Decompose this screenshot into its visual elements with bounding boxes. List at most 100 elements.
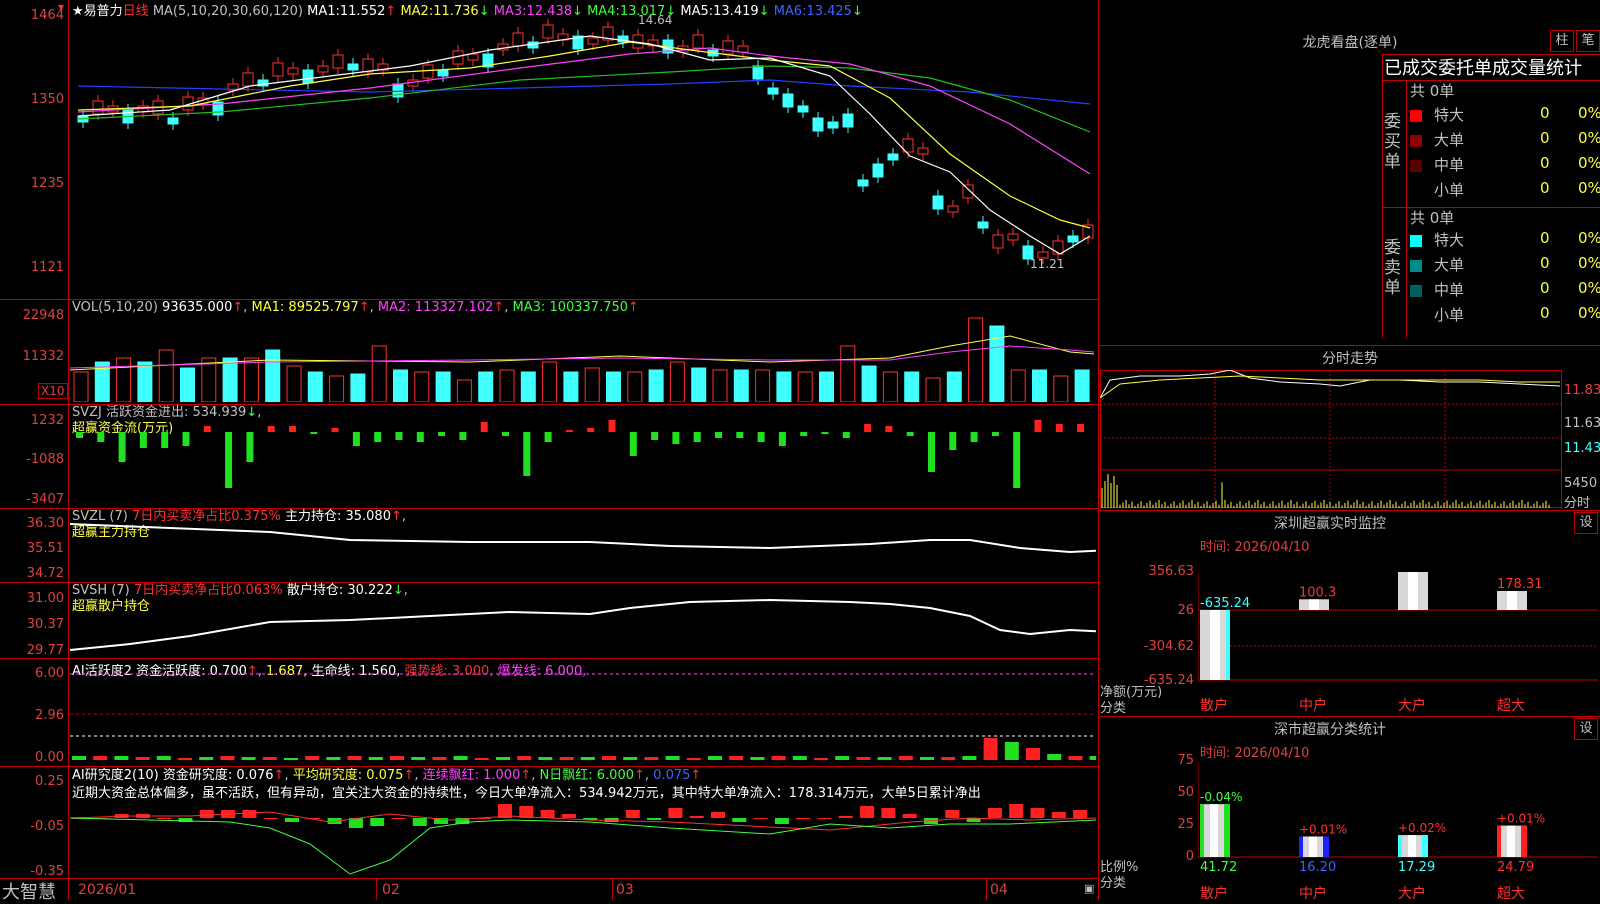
ai-activity-bar [178, 758, 192, 760]
lock-icon[interactable]: ▣ [1084, 882, 1094, 895]
volume-bar [904, 371, 920, 402]
svsh-chart[interactable] [70, 594, 1096, 658]
flow-bar [565, 430, 573, 432]
volume-bar [350, 373, 366, 402]
ai-activity-bar [962, 756, 977, 760]
ai1-axis-3: 0.00 [35, 750, 64, 765]
sz-category-label: 大户 [1398, 697, 1426, 712]
fl-settings-button[interactable]: 设 [1574, 718, 1598, 740]
ai2-title: AI研究度2(10) 资金研究度: 0.076 [72, 768, 274, 783]
fl-change-label: +0.01% [1497, 812, 1545, 826]
ai-activity-bar [72, 756, 86, 760]
order-percent: 0% [1578, 129, 1600, 147]
ai-activity-bar [920, 757, 934, 760]
volume-bar [286, 365, 302, 402]
svzl-chart[interactable] [70, 520, 1096, 580]
order-color-swatch [1410, 235, 1422, 247]
sz-chart[interactable]: -635.24 散户 100.3 中户 356.63 大户 178.31 超大 [1198, 572, 1598, 712]
ai-activity-bar [1047, 754, 1062, 760]
candle [542, 24, 554, 39]
ai-research-bar [987, 808, 1002, 818]
fl-bar-highlight [1507, 825, 1515, 857]
main-chart-area[interactable]: ★易普力日线 MA(5,10,20,30,60,120) MA1:11.552↑… [0, 0, 1099, 903]
fl-bar-highlight [1210, 804, 1218, 857]
flow-bar [438, 432, 446, 436]
ai-activity-bar [93, 756, 108, 760]
vol-value: 93635.000 [162, 300, 233, 315]
ai1-chart[interactable] [70, 672, 1096, 766]
ai-research-bar [817, 818, 832, 819]
app-logo[interactable]: 大智慧 [2, 878, 56, 904]
ai-activity-bar [241, 757, 256, 760]
fl-change-label: +0.02% [1398, 821, 1446, 835]
order-size-label: 特大 [1434, 231, 1465, 249]
flow-bar [715, 432, 722, 438]
volume-bar [776, 371, 792, 402]
ai-activity-bar [580, 757, 595, 760]
ai-research-bar [945, 810, 960, 818]
fl-bar-edge [1299, 836, 1303, 857]
fl-bar-highlight [1309, 836, 1317, 857]
candle [797, 105, 809, 113]
sz-settings-button[interactable]: 设 [1574, 512, 1598, 534]
ai-research-bar [561, 814, 576, 818]
fl-value-label: 24.79 [1497, 860, 1534, 875]
sell-total: 共 0单 [1410, 209, 1455, 227]
flow-bar [395, 432, 403, 440]
ai-activity-bar [114, 756, 129, 760]
fl-title: 深市超赢分类统计 [1274, 722, 1386, 738]
order-size-label: 中单 [1434, 281, 1465, 299]
ai-activity-bar [326, 757, 341, 760]
volume-bar [1032, 369, 1047, 402]
svzj-chart[interactable] [70, 420, 1096, 506]
tick-view-button[interactable]: 笔 [1576, 30, 1600, 52]
ai2-axis-1: 0.25 [35, 774, 64, 789]
fl-chart[interactable]: -0.04% 41.72 散户 +0.01% 16.20 中户 +0.02% 17.29 大户 +… [1198, 762, 1598, 900]
vol-axis-2: 11332 [22, 349, 64, 364]
sz-bar-highlight [1210, 610, 1220, 680]
vol-chart[interactable] [70, 316, 1096, 402]
candle [842, 113, 854, 128]
sz-bar-highlight [1309, 599, 1319, 610]
candle [737, 45, 749, 53]
candle [887, 153, 899, 161]
vol-unit-badge: X10 [38, 383, 68, 399]
candle [932, 195, 944, 210]
flow-bar [693, 432, 701, 442]
candle [317, 65, 329, 73]
sz-bar-highlight [1507, 591, 1517, 610]
ai-activity-bar [1089, 756, 1096, 760]
intraday-chart[interactable] [1100, 370, 1562, 508]
ai-activity-bar [898, 756, 913, 760]
flow-bar [97, 432, 105, 442]
right-panel: 龙虎看盘(逐单) 柱 笔 已成交委托单成交量统计 委买单 共 0单 委卖单 共 … [1100, 0, 1600, 900]
flow-bar [374, 432, 382, 442]
flow-bar [459, 432, 467, 440]
volume-bar [691, 367, 707, 402]
order-size-label: 大单 [1434, 256, 1465, 274]
fl-bar-edge [1521, 825, 1527, 857]
ai-activity-bar [941, 757, 956, 760]
ai2-chart[interactable] [70, 800, 1096, 878]
date-label-1: 2026/01 [78, 882, 137, 898]
price-chart[interactable]: 14.64 11.21 [70, 14, 1096, 298]
ai-research-bar [881, 808, 896, 818]
ai2-avg: 平均研究度: 0.075 [292, 768, 404, 783]
candle [782, 93, 794, 108]
candle [992, 234, 1004, 249]
vol-header: VOL(5,10,20) 93635.000↑, MA1: 89525.797↑… [72, 300, 639, 315]
order-count: 0 [1540, 154, 1550, 172]
sz-axis-1: 356.63 [1148, 564, 1195, 579]
ai-activity-bar [262, 757, 277, 760]
column-view-button[interactable]: 柱 [1550, 30, 1574, 52]
flow-bar [352, 432, 360, 446]
flow-bar [629, 432, 637, 456]
flow-bar [225, 432, 233, 488]
flow-bar [821, 432, 829, 434]
ai2-header: AI研究度2(10) 资金研究度: 0.076↑, 平均研究度: 0.075↑,… [72, 767, 1096, 803]
ai-activity-bar [686, 758, 701, 760]
ai-research-bar [1051, 812, 1066, 818]
volume-bar [840, 345, 856, 402]
intraday-axis-4: 5450 [1564, 476, 1598, 491]
ai-research-bar [412, 818, 427, 826]
